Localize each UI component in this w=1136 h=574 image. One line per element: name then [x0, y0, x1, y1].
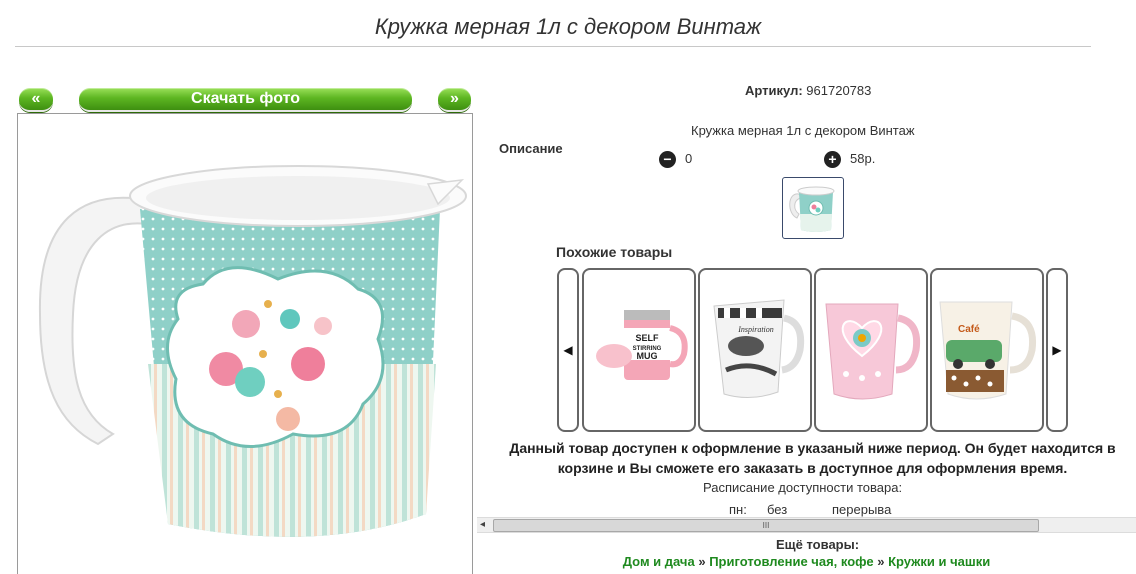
- schedule-to: перерыва: [832, 502, 892, 517]
- skip-back-icon: ◀: [563, 343, 573, 357]
- description-text: Кружка мерная 1л с декором Винтаж: [691, 123, 915, 138]
- scrollbar-grip-icon: III: [762, 521, 770, 530]
- title-divider: [15, 46, 1091, 47]
- schedule-day: пн:: [729, 502, 747, 517]
- schedule-from: без: [767, 502, 788, 517]
- svg-text:Inspiration: Inspiration: [737, 325, 774, 334]
- similar-item-1[interactable]: SELF STIRRING MUG: [582, 268, 696, 432]
- skip-forward-icon: ▶: [1052, 343, 1062, 357]
- breadcrumb-separator: »: [698, 554, 706, 569]
- black-white-mug-image: Inspiration: [713, 299, 805, 398]
- plus-icon[interactable]: +: [824, 151, 841, 168]
- svg-text:SELF: SELF: [635, 333, 659, 343]
- similar-item-4[interactable]: Café: [930, 268, 1044, 432]
- similar-prev-button[interactable]: ◀: [557, 268, 579, 432]
- sku-row: Артикул: 961720783: [745, 83, 871, 98]
- description-label: Описание: [499, 141, 563, 156]
- page-title: Кружка мерная 1л с декором Винтаж: [374, 14, 762, 39]
- horizontal-scrollbar[interactable]: ◂ III: [477, 517, 1136, 533]
- breadcrumb: Дом и дача » Приготовление чая, кофе » К…: [477, 554, 1136, 569]
- quantity-value: 0: [685, 151, 693, 166]
- similar-next-button[interactable]: ▶: [1046, 268, 1068, 432]
- product-photo[interactable]: [17, 113, 473, 574]
- jug-image: [38, 165, 467, 537]
- price-value: 58р.: [850, 151, 876, 166]
- svg-text:MUG: MUG: [637, 351, 658, 361]
- jug-thumb-image: [789, 186, 835, 232]
- scroll-left-icon[interactable]: ◂: [480, 518, 485, 532]
- similar-heading: Похожие товары: [556, 244, 673, 260]
- similar-item-2[interactable]: Inspiration: [698, 268, 812, 432]
- more-products-heading: Ещё товары:: [776, 537, 860, 552]
- breadcrumb-separator: »: [877, 554, 885, 569]
- minus-icon[interactable]: −: [659, 151, 676, 168]
- breadcrumb-link[interactable]: Приготовление чая, кофе: [709, 554, 873, 569]
- scrollbar-thumb[interactable]: III: [493, 519, 1039, 532]
- svg-text:Café: Café: [958, 324, 980, 335]
- product-thumbnail[interactable]: [782, 177, 844, 239]
- prev-photo-button[interactable]: «: [19, 88, 53, 112]
- breadcrumb-link[interactable]: Дом и дача: [623, 554, 695, 569]
- sku-value: 961720783: [806, 83, 872, 98]
- self-stirring-mug-image: SELF STIRRING MUG: [596, 310, 688, 380]
- download-photo-button[interactable]: Скачать фото: [79, 88, 412, 112]
- schedule-label: Расписание доступности товара:: [703, 480, 903, 495]
- breadcrumb-link[interactable]: Кружки и чашки: [888, 554, 990, 569]
- availability-notice: Данный товар доступен к оформление в ука…: [509, 440, 1116, 476]
- car-mug-image: Café: [939, 301, 1037, 400]
- sku-label: Артикул:: [745, 83, 803, 98]
- similar-item-3[interactable]: [814, 268, 928, 432]
- next-photo-button[interactable]: »: [438, 88, 471, 112]
- pink-heart-mug-image: [825, 303, 921, 400]
